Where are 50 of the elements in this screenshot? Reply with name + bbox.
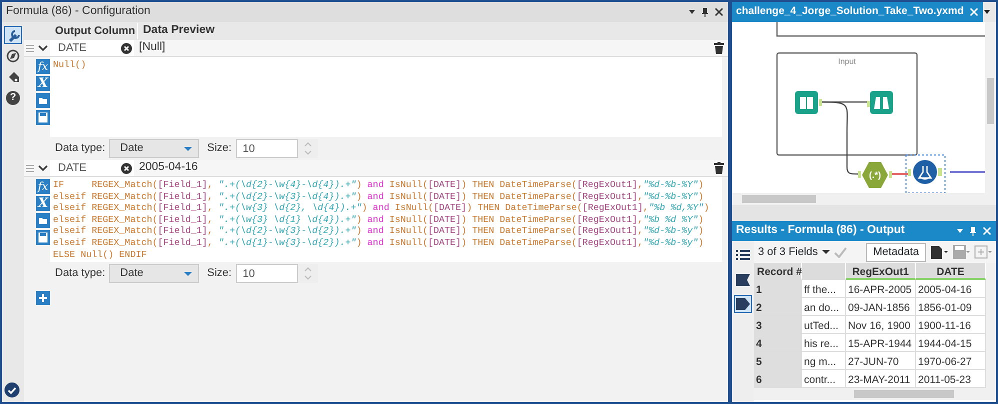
table-cell: 1900-11-16 xyxy=(916,316,986,334)
field-label: Size: xyxy=(207,266,232,282)
table-cell: an do... xyxy=(802,298,846,316)
column-header[interactable]: DATE xyxy=(916,263,986,280)
size-field[interactable]: 10 xyxy=(236,264,298,284)
field-label: Data type: xyxy=(55,141,106,156)
data-type-select[interactable]: Date xyxy=(109,139,200,158)
output-column-field[interactable]: DATE xyxy=(50,160,134,176)
table-cell: utTed... xyxy=(802,316,846,334)
table-cell: 5 xyxy=(754,352,802,370)
panel-title: Results - Formula (86) - Output xyxy=(736,223,905,238)
expression-editor[interactable]: IF REGEX_Match([Field_1], ".+(\d{2}-\w{4}-\d{4}).+") and IsNull([DATE]) THEN DateTimeParse([RegExOut1],"%d-%b-%Y") elseif REGEX_Match([Field_1], ".+(\d{2}-\w{3}-\d{4}).+") and IsNull([DATE]) THEN DateTimeParse([RegExOut1],"%d-%b-%Y") elseif REGEX_Match([Field_1], ".+(\w{3} \d{2}, \d{4}).+") and IsNull([DATE]) THEN DateTimeParse([RegExOut1],"%b %d,%Y") elseif REGEX_Match([Field_1], ".+(\w{3} \d{1} \d{4}).+") and IsNull([DATE]) THEN DateTimeParse([RegExOut1],"%b %d %Y") elseif REGEX_Match([Field_1], ".+(\d{2}-\w{3}-\d{2}).+") and IsNull([DATE]) THEN DateTimeParse([RegExOut1],"%d-%b-%y") elseif REGEX_Match([Field_1], ".+(\d{1}-\w{3}-\d{2}).+") and IsNull([DATE]) THEN DateTimeParse([RegExOut1],"%d-%b-%y") ELSE Null() ENDIF xyxy=(50,177,722,262)
column-header[interactable]: Record # xyxy=(754,263,802,280)
table-cell: 16-APR-2005 xyxy=(846,280,916,298)
column-header: Data Preview xyxy=(142,23,215,38)
table-cell: 1944-04-15 xyxy=(916,334,986,352)
formula-tool-button[interactable]: fx xyxy=(36,179,50,194)
field-label: Data type: xyxy=(55,266,106,282)
table-cell: ng m... xyxy=(802,352,846,370)
field-label: Size: xyxy=(207,141,232,156)
column-header[interactable]: RegExOut1 xyxy=(846,263,916,280)
size-field[interactable]: 10 xyxy=(236,139,298,158)
table-cell: 09-JAN-1856 xyxy=(846,298,916,316)
table-cell: 15-APR-1944 xyxy=(846,334,916,352)
table-cell: 1856-01-09 xyxy=(916,298,986,316)
table-cell: 4 xyxy=(754,334,802,352)
output-column-field[interactable]: DATE xyxy=(50,40,134,56)
formula-tool-button[interactable]: X xyxy=(36,76,50,91)
formula-tool-button[interactable]: fx xyxy=(36,59,50,74)
data-preview: [Null] xyxy=(138,40,166,56)
column-header: Output Column xyxy=(50,22,138,40)
workflow-tab[interactable]: challenge_4_Jorge_Solution_Take_Two.yxmd xyxy=(732,2,983,22)
table-cell: 3 xyxy=(754,316,802,334)
table-cell: 27-JUN-70 xyxy=(846,352,916,370)
table-cell: 6 xyxy=(754,370,802,388)
table-cell: ff the... xyxy=(802,280,846,298)
panel-title: Formula (86) - Configuration xyxy=(6,4,150,20)
table-cell: 2 xyxy=(754,298,802,316)
help-button[interactable]: ? xyxy=(6,91,20,105)
table-cell: 1 xyxy=(754,280,802,298)
data-type-select[interactable]: Date xyxy=(109,264,200,284)
metadata-button[interactable]: Metadata xyxy=(866,242,926,262)
table-cell: 1970-06-27 xyxy=(916,352,986,370)
container-title: Input xyxy=(838,57,856,66)
formula-tool-button[interactable]: X xyxy=(36,196,50,211)
data-preview: 2005-04-16 xyxy=(138,160,198,176)
table-cell: his re... xyxy=(802,334,846,352)
table-cell: Nov 16, 1900 xyxy=(846,316,916,334)
fields-selector[interactable]: 3 of 3 Fields xyxy=(758,244,830,260)
table-cell: 2005-04-16 xyxy=(916,280,986,298)
